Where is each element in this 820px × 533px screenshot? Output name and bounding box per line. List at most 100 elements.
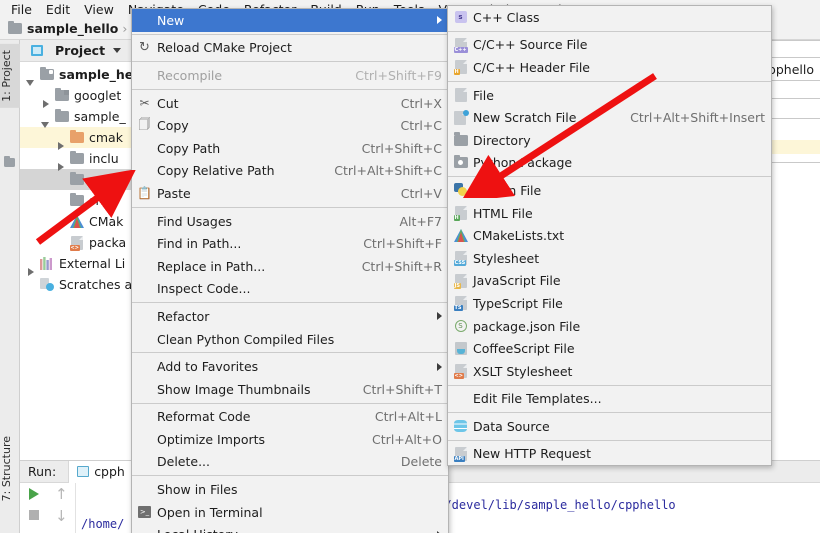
menubar-item-edit[interactable]: Edit <box>39 1 77 18</box>
menubar-item-view[interactable]: View <box>77 1 121 18</box>
new-submenu-item[interactable]: Python File <box>448 179 771 202</box>
menu-item-shortcut: Ctrl+C <box>400 118 442 134</box>
submenu-arrow-icon <box>437 312 442 321</box>
new-submenu-item[interactable]: CSS Stylesheet <box>448 247 771 270</box>
new-submenu-item[interactable]: s C++ Class <box>448 6 771 29</box>
menu-item-label: C/C++ Source File <box>473 37 588 53</box>
menu-item-shortcut: Ctrl+V <box>400 185 442 201</box>
up-icon[interactable]: ↑ <box>55 487 68 502</box>
context-menu-item[interactable]: Copy Path Ctrl+Shift+C <box>132 137 448 160</box>
run-icon[interactable] <box>28 488 39 500</box>
context-menu-item[interactable]: Find Usages Alt+F7 <box>132 210 448 233</box>
folder-icon <box>68 150 85 164</box>
new-submenu-item[interactable]: CoffeeScript File <box>448 337 771 360</box>
sidebar-item-project[interactable]: 1: Project <box>0 44 20 108</box>
xml-file-icon: <> <box>68 235 85 251</box>
new-submenu-item[interactable]: <> XSLT Stylesheet <box>448 360 771 383</box>
menu-item-label: Stylesheet <box>473 250 540 266</box>
menu-item-label: JavaScript File <box>473 273 561 289</box>
left-tool-stripe: 1: Project 7: Structure <box>0 40 20 533</box>
context-menu-item[interactable]: Show in Files <box>132 478 448 501</box>
sidebar-item-structure[interactable]: 7: Structure <box>0 430 20 507</box>
folder-icon <box>6 20 23 34</box>
menu-item-label: Find Usages <box>157 213 233 229</box>
context-menu-item[interactable]: Reformat Code Ctrl+Alt+L <box>132 406 448 429</box>
tree-node-label: inclu <box>89 151 119 166</box>
menu-separator <box>448 176 771 178</box>
project-tool-icon <box>4 155 15 167</box>
context-menu-item[interactable]: Clean Python Compiled Files <box>132 328 448 351</box>
new-submenu-item[interactable]: Directory <box>448 129 771 152</box>
context-menu-item[interactable]: New <box>132 9 448 32</box>
menu-separator <box>448 412 771 414</box>
editor-tab-label[interactable]: pphello <box>768 62 814 77</box>
context-menu-item[interactable]: Optimize Imports Ctrl+Alt+O <box>132 428 448 451</box>
new-submenu-item[interactable]: Data Source <box>448 415 771 438</box>
menu-item-label: TypeScript File <box>473 295 563 311</box>
new-submenu-item[interactable]: JS JavaScript File <box>448 270 771 293</box>
tree-node-label: sample_he <box>59 67 134 82</box>
stop-icon[interactable] <box>28 510 39 520</box>
menu-item-label: package.json File <box>473 318 581 334</box>
new-submenu-item[interactable]: New Scratch File Ctrl+Alt+Shift+Insert <box>448 106 771 129</box>
context-menu-item[interactable]: ↻ Reload CMake Project <box>132 37 448 60</box>
menu-separator <box>448 80 771 82</box>
menu-item-label: Copy Relative Path <box>157 163 275 179</box>
context-menu[interactable]: New ↻ Reload CMake Project Recompile Ctrl+Sh… <box>131 8 449 533</box>
context-menu-item[interactable]: 📋 Paste Ctrl+V <box>132 182 448 205</box>
new-submenu-item[interactable]: File <box>448 84 771 107</box>
menu-item-label: Reload CMake Project <box>157 40 292 56</box>
menubar-item-file[interactable]: File <box>4 1 39 18</box>
folder-icon <box>68 171 85 185</box>
context-menu-item[interactable]: Refactor <box>132 305 448 328</box>
project-icon <box>28 45 45 56</box>
new-submenu-item[interactable]: TS TypeScript File <box>448 292 771 315</box>
menu-item-label: Clean Python Compiled Files <box>157 331 335 347</box>
menu-separator <box>132 475 448 477</box>
context-menu-item[interactable]: Show Image Thumbnails Ctrl+Shift+T <box>132 378 448 401</box>
context-menu-item[interactable]: Inspect Code... <box>132 278 448 301</box>
coffeescript-icon <box>452 342 469 356</box>
menu-item-label: Directory <box>473 132 531 148</box>
ide-window: FileEditViewNavigateCodeRefactorBuildRun… <box>0 0 820 533</box>
new-submenu-item[interactable]: Spackage.json File <box>448 315 771 338</box>
new-submenu-item[interactable]: C++ C/C++ Source File <box>448 34 771 57</box>
context-menu-item[interactable]: 🗍 Copy Ctrl+C <box>132 114 448 137</box>
context-menu-item[interactable]: Delete... Delete <box>132 451 448 474</box>
menu-item-shortcut: Ctrl+Alt+O <box>372 431 442 447</box>
new-submenu-item[interactable]: Python Package <box>448 152 771 175</box>
file-icon <box>452 88 469 103</box>
menu-item-shortcut: Ctrl+Shift+C <box>361 140 442 156</box>
menu-item-shortcut: Ctrl+Alt+Shift+C <box>334 163 442 179</box>
context-menu-item[interactable]: ✂ Cut Ctrl+X <box>132 92 448 115</box>
context-menu-item[interactable]: Replace in Path... Ctrl+Shift+R <box>132 255 448 278</box>
ts-file-icon: TS <box>452 296 469 312</box>
context-menu-item[interactable]: Copy Relative Path Ctrl+Alt+Shift+C <box>132 160 448 183</box>
terminal-icon: >_ <box>138 506 151 519</box>
npm-icon: S <box>452 320 469 333</box>
new-submenu-item[interactable]: CMakeLists.txt <box>448 224 771 247</box>
run-configuration-tab[interactable]: cpph <box>68 460 134 483</box>
new-submenu-item[interactable]: Edit File Templates... <box>448 388 771 411</box>
menu-item-shortcut: Ctrl+Alt+Shift+Insert <box>630 110 765 126</box>
module-folder-icon <box>38 66 55 80</box>
menu-item-label: Recompile <box>157 67 223 83</box>
context-menu-item[interactable]: Find in Path... Ctrl+Shift+F <box>132 232 448 255</box>
menu-item-label: Optimize Imports <box>157 431 266 447</box>
menu-item-label: Add to Favorites <box>157 359 259 375</box>
breadcrumb-root[interactable]: sample_hello › <box>6 20 131 36</box>
new-submenu[interactable]: s C++ Class C++ C/C++ Source File H C/C++ Hea… <box>447 5 772 467</box>
new-submenu-item[interactable]: H HTML File <box>448 202 771 225</box>
submenu-arrow-icon <box>437 362 442 371</box>
libraries-icon <box>38 257 55 270</box>
context-menu-item[interactable]: >_ Open in Terminal <box>132 501 448 524</box>
context-menu-item[interactable]: Local History <box>132 523 448 533</box>
menu-item-label: C/C++ Header File <box>473 59 590 75</box>
new-submenu-item[interactable]: API New HTTP Request <box>448 443 771 466</box>
context-menu-item[interactable]: Add to Favorites <box>132 355 448 378</box>
chevron-down-icon[interactable] <box>113 48 122 53</box>
down-icon[interactable]: ↓ <box>55 509 68 524</box>
menu-separator <box>132 61 448 63</box>
menu-item-shortcut: Delete <box>400 454 442 470</box>
new-submenu-item[interactable]: H C/C++ Header File <box>448 56 771 79</box>
